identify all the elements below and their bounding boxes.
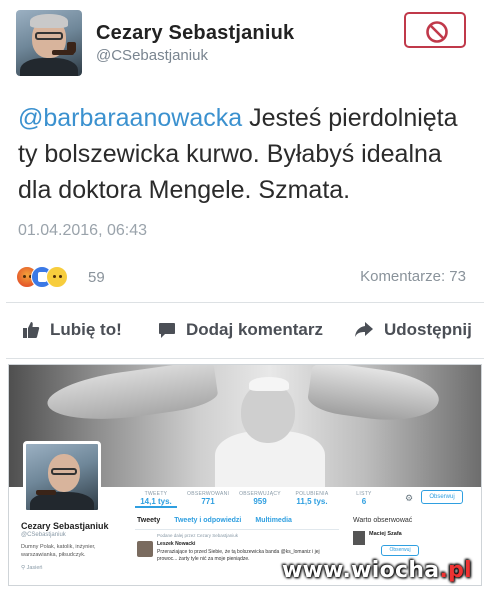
tab-tweets-replies: Tweety i odpowiedzi — [174, 517, 242, 524]
tab-tweets: Tweety — [137, 517, 161, 524]
like-label: Lubię to! — [50, 320, 122, 339]
who-to-follow-heading: Warto obserwować — [353, 517, 413, 524]
tweet-author-name: Leszek Nowacki — [157, 541, 196, 547]
profile-stats: TWEETY 14,1 tys. OBSERWOWANI 771 OBSERWU… — [135, 491, 385, 508]
stat-lists: LISTY 6 — [356, 491, 372, 506]
stat-followers: OBSERWUJĄCY 959 — [239, 491, 281, 506]
sad-icon — [46, 266, 68, 288]
blocked-button[interactable] — [404, 12, 466, 48]
retweet-note: Podane dalej przez Cezary Sebastjaniuk — [157, 533, 239, 538]
suggested-follow-button: Obserwuj — [381, 545, 419, 556]
profile-avatar — [23, 441, 101, 513]
profile-handle: @CSebastjaniuk — [21, 532, 66, 538]
tab-media: Multimedia — [255, 517, 292, 524]
suggested-user-avatar — [353, 531, 365, 545]
embedded-twitter-screenshot[interactable]: TWEETY 14,1 tys. OBSERWOWANI 771 OBSERWU… — [8, 364, 482, 586]
share-label: Udostępnij — [384, 320, 472, 339]
divider — [135, 529, 339, 530]
profile-bio: Dumny Polak, katolik, inżynier, warszawi… — [21, 544, 96, 558]
watermark: www.wiocha.pl — [281, 558, 472, 583]
block-icon — [426, 21, 448, 43]
tweet-text: @barbaraanowacka Jesteś pierdolnięta ty … — [18, 100, 478, 208]
like-button[interactable]: Lubię to! — [22, 318, 122, 342]
share-button[interactable]: Udostępnij — [354, 318, 472, 342]
stat-tweets: TWEETY 14,1 tys. — [135, 491, 177, 508]
follow-button-mini: Obserwuj — [421, 490, 463, 504]
comment-label: Dodaj komentarz — [186, 320, 323, 339]
divider — [6, 302, 484, 303]
gear-icon: ⚙ — [405, 493, 414, 503]
comment-button[interactable]: Dodaj komentarz — [158, 318, 323, 342]
share-icon — [355, 322, 373, 337]
suggested-user-name: Maciej Szafa — [369, 531, 402, 537]
author-name[interactable]: Cezary Sebastjaniuk — [96, 22, 294, 45]
comment-icon — [159, 323, 175, 338]
comments-count[interactable]: Komentarze: 73 — [360, 268, 466, 285]
profile-name: Cezary Sebastjaniuk — [21, 521, 109, 531]
mention-link[interactable]: @barbaraanowacka — [18, 104, 242, 132]
tweet-timestamp[interactable]: 01.04.2016, 06:43 — [18, 222, 147, 240]
author-handle[interactable]: @CSebastjaniuk — [96, 47, 208, 64]
author-avatar[interactable] — [16, 10, 82, 76]
stat-likes: POLUBIENIA 11,5 tys. — [295, 491, 329, 506]
reaction-count: 59 — [88, 269, 105, 286]
profile-tabs: Tweety Tweety i odpowiedzi Multimedia — [137, 517, 292, 524]
stat-following: OBSERWOWANI 771 — [187, 491, 230, 506]
thumbs-up-icon — [23, 322, 40, 338]
profile-location: ⚲ Jasień — [21, 565, 43, 571]
tweet-author-avatar — [137, 541, 153, 557]
divider — [6, 358, 484, 359]
